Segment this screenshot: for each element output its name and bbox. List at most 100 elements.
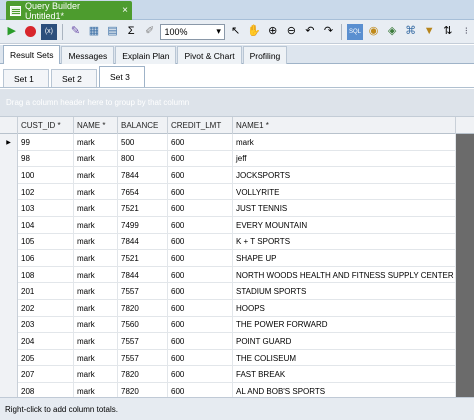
- table-cell[interactable]: 7654: [118, 183, 168, 201]
- table-cell[interactable]: JOCKSPORTS: [233, 167, 456, 184]
- table-cell[interactable]: mark: [74, 167, 118, 184]
- table-cell[interactable]: 106: [18, 250, 74, 267]
- table-cell[interactable]: 600: [168, 150, 233, 168]
- table-cell[interactable]: 600: [168, 300, 233, 317]
- table-cell[interactable]: 98: [18, 150, 74, 168]
- table-row[interactable]: 104 mark 7499 600 EVERY MOUNTAIN: [0, 217, 474, 234]
- table-cell[interactable]: 600: [168, 349, 233, 367]
- table-cell[interactable]: THE COLISEUM: [233, 349, 456, 367]
- table-cell[interactable]: 600: [168, 134, 233, 151]
- table-cell[interactable]: 102: [18, 183, 74, 201]
- globe-icon[interactable]: ◉: [366, 24, 382, 40]
- table-cell[interactable]: mark: [74, 266, 118, 284]
- tab-messages[interactable]: Messages: [61, 46, 115, 64]
- table-cell[interactable]: JUST TENNIS: [233, 200, 456, 217]
- table-cell[interactable]: 800: [118, 150, 168, 168]
- row-indicator[interactable]: [0, 266, 18, 284]
- play-icon[interactable]: ▶: [4, 24, 20, 40]
- table-cell[interactable]: mark: [74, 366, 118, 383]
- table-row[interactable]: 102 mark 7654 600 VOLLYRITE: [0, 183, 474, 201]
- table-cell[interactable]: mark: [74, 134, 118, 151]
- table-cell[interactable]: 205: [18, 349, 74, 367]
- zoom-in-icon[interactable]: ⊕: [265, 24, 281, 40]
- table-cell[interactable]: 7557: [118, 349, 168, 367]
- table-cell[interactable]: 600: [168, 316, 233, 334]
- layers-icon[interactable]: ◈: [384, 24, 400, 40]
- table-cell[interactable]: THE POWER FORWARD: [233, 316, 456, 334]
- undo-icon[interactable]: ↶: [302, 24, 318, 40]
- table-row[interactable]: 105 mark 7844 600 K + T SPORTS: [0, 233, 474, 251]
- table-cell[interactable]: 600: [168, 333, 233, 350]
- table-cell[interactable]: mark: [74, 250, 118, 267]
- table-cell[interactable]: mark: [74, 233, 118, 251]
- wand-icon[interactable]: ✎: [68, 24, 84, 40]
- table-cell[interactable]: 103: [18, 200, 74, 217]
- tab-explain-plan[interactable]: Explain Plan: [115, 46, 177, 64]
- table-cell[interactable]: 600: [168, 233, 233, 251]
- column-header-credit-lmt[interactable]: CREDIT_LMT: [168, 117, 233, 134]
- table-row[interactable]: 207 mark 7820 600 FAST BREAK: [0, 366, 474, 383]
- table-cell[interactable]: 203: [18, 316, 74, 334]
- zoom-out-icon[interactable]: ⊖: [284, 24, 300, 40]
- row-indicator[interactable]: [0, 333, 18, 350]
- table-cell[interactable]: 202: [18, 300, 74, 317]
- table-cell[interactable]: NORTH WOODS HEALTH AND FITNESS SUPPLY CE…: [233, 266, 456, 284]
- row-indicator[interactable]: [0, 250, 18, 267]
- table-row[interactable]: ▶ 99 mark 500 600 mark: [0, 134, 474, 151]
- row-indicator[interactable]: [0, 217, 18, 234]
- table-row[interactable]: 202 mark 7820 600 HOOPS: [0, 300, 474, 317]
- table-row[interactable]: 208 mark 7820 600 AL AND BOB'S SPORTS: [0, 383, 474, 397]
- stop-button[interactable]: [23, 24, 39, 40]
- table-row[interactable]: 204 mark 7557 600 POINT GUARD: [0, 333, 474, 350]
- toolbar-overflow-icon[interactable]: ⁝: [459, 24, 474, 40]
- table-cell[interactable]: K + T SPORTS: [233, 233, 456, 251]
- table-cell[interactable]: 208: [18, 383, 74, 397]
- table-row[interactable]: 103 mark 7521 600 JUST TENNIS: [0, 200, 474, 217]
- table-cell[interactable]: 600: [168, 217, 233, 234]
- row-indicator[interactable]: [0, 183, 18, 201]
- row-indicator[interactable]: [0, 300, 18, 317]
- tab-pivot-chart[interactable]: Pivot & Chart: [177, 46, 242, 64]
- table-cell[interactable]: 201: [18, 283, 74, 300]
- function-icon[interactable]: (x): [41, 23, 57, 40]
- column-header-balance[interactable]: BALANCE: [118, 117, 168, 134]
- row-indicator[interactable]: [0, 200, 18, 217]
- row-indicator[interactable]: [0, 316, 18, 334]
- tab-set-3[interactable]: Set 3: [99, 66, 145, 87]
- pointer-icon[interactable]: ↖: [228, 24, 244, 40]
- table-cell[interactable]: mark: [74, 283, 118, 300]
- zoom-select[interactable]: 100% ▾: [160, 23, 225, 40]
- table-cell[interactable]: mark: [233, 134, 456, 151]
- table-cell[interactable]: 7820: [118, 383, 168, 397]
- table-row[interactable]: 108 mark 7844 600 NORTH WOODS HEALTH AND FIT…: [0, 266, 474, 284]
- table-cell[interactable]: 7844: [118, 233, 168, 251]
- table-cell[interactable]: 108: [18, 266, 74, 284]
- table-cell[interactable]: 600: [168, 250, 233, 267]
- edit-icon[interactable]: ✐: [142, 24, 158, 40]
- table-cell[interactable]: HOOPS: [233, 300, 456, 317]
- table-cell[interactable]: 600: [168, 183, 233, 201]
- table-cell[interactable]: EVERY MOUNTAIN: [233, 217, 456, 234]
- table-cell[interactable]: mark: [74, 316, 118, 334]
- table-cell[interactable]: 7557: [118, 333, 168, 350]
- redo-icon[interactable]: ↷: [321, 24, 337, 40]
- column-header-cust-id[interactable]: CUST_ID *: [18, 117, 74, 134]
- table-cell[interactable]: 7820: [118, 366, 168, 383]
- filter-icon[interactable]: ▼: [421, 24, 437, 40]
- table-cell[interactable]: 204: [18, 333, 74, 350]
- table-cell[interactable]: STADIUM SPORTS: [233, 283, 456, 300]
- table-cell[interactable]: mark: [74, 217, 118, 234]
- sql-icon[interactable]: SQL: [347, 23, 363, 40]
- row-indicator[interactable]: [0, 366, 18, 383]
- table-cell[interactable]: 600: [168, 366, 233, 383]
- close-tab-icon[interactable]: ×: [122, 5, 128, 16]
- table-cell[interactable]: 7844: [118, 167, 168, 184]
- table-row[interactable]: 205 mark 7557 600 THE COLISEUM: [0, 349, 474, 367]
- row-indicator[interactable]: [0, 283, 18, 300]
- sort-icon[interactable]: ⇅: [440, 24, 456, 40]
- table-cell[interactable]: mark: [74, 383, 118, 397]
- table-cell[interactable]: 7499: [118, 217, 168, 234]
- table-icon[interactable]: ▦: [86, 24, 102, 40]
- table-row[interactable]: 201 mark 7557 600 STADIUM SPORTS: [0, 283, 474, 300]
- table-row[interactable]: 203 mark 7560 600 THE POWER FORWARD: [0, 316, 474, 334]
